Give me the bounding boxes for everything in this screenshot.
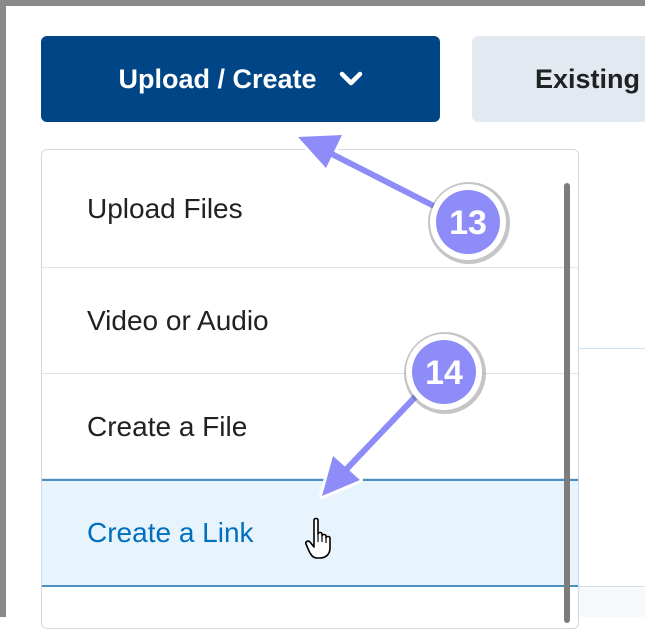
background-row: [578, 587, 645, 617]
chevron-down-icon: [339, 71, 363, 87]
existing-label: Existing: [535, 63, 641, 94]
menu-scrollbar[interactable]: [564, 183, 570, 623]
upload-create-label: Upload / Create: [118, 63, 317, 94]
background-divider: [578, 348, 645, 349]
menu-item-create-a-file[interactable]: Create a File: [42, 375, 578, 479]
menu-item-video-or-audio[interactable]: Video or Audio: [42, 269, 578, 374]
menu-item-label: Upload Files: [87, 192, 243, 224]
menu-item-upload-files[interactable]: Upload Files: [42, 150, 578, 268]
existing-activities-button[interactable]: Existing: [472, 36, 645, 122]
menu-item-label: Video or Audio: [87, 305, 269, 336]
menu-item-label: Create a Link: [87, 517, 254, 548]
menu-item-create-a-link[interactable]: Create a Link: [42, 479, 578, 587]
menu-item-label: Create a File: [87, 410, 248, 442]
upload-create-button[interactable]: Upload / Create: [41, 36, 440, 122]
upload-create-dropdown-menu: Upload Files Video or Audio Create a Fil…: [41, 149, 579, 629]
